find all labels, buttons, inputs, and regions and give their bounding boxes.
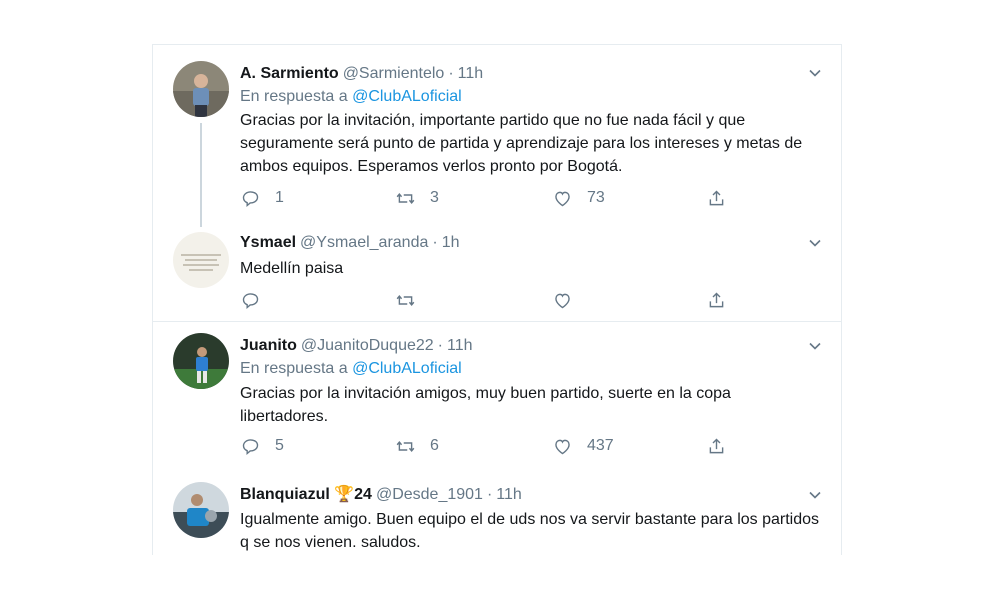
avatar[interactable] [173,61,229,117]
retweet-icon [396,440,415,452]
reply-count: 5 [275,437,284,454]
tweet-juanito[interactable]: Juanito @JuanitoDuque22 · 11h En respuesta … [153,322,841,472]
mention-link[interactable]: @ClubALoficial [352,360,462,377]
share-icon [709,292,724,307]
reply-icon [242,292,259,309]
heart-icon [555,439,570,454]
avatar[interactable] [173,333,229,389]
like-button[interactable]: 73 [552,186,605,210]
mention-link[interactable]: @ClubALoficial [352,88,462,105]
tweet-text: Gracias por la invitación amigos, muy bu… [240,385,731,425]
tweet-sarmiento[interactable]: A. Sarmiento @Sarmientelo · 11h En respuest… [153,45,841,227]
trophy-icon: 🏆 [334,486,355,503]
reply-icon [242,190,259,207]
share-icon [709,438,724,453]
user-handle[interactable]: @Ysmael_aranda [300,234,428,251]
share-icon [709,190,724,205]
timestamp[interactable]: 11h [496,486,522,503]
avatar[interactable] [173,482,229,538]
heart-icon [555,191,570,206]
like-count: 73 [587,189,605,206]
like-button[interactable] [552,288,587,312]
reply-context: En respuesta a @ClubALoficial [240,360,462,377]
tweet-text: Gracias por la invitación, importante pa… [240,112,803,175]
chevron-down-icon[interactable] [807,487,823,503]
tweet-blanquiazul[interactable]: Blanquiazul 🏆24 @Desde_1901 · 11h Igualment… [153,472,841,555]
reply-button[interactable]: 1 [240,186,284,210]
avatar[interactable] [173,232,229,288]
tweet-header: A. Sarmiento @Sarmientelo · 11h [240,65,484,82]
like-count: 437 [587,437,614,454]
share-button[interactable] [706,434,727,458]
retweet-count: 3 [430,189,439,206]
timestamp[interactable]: 11h [458,65,484,82]
share-button[interactable] [706,186,727,210]
tweet-actions: 5 6 437 [240,434,740,458]
chevron-down-icon[interactable] [807,235,823,251]
share-button[interactable] [706,288,727,312]
tweet-header: Ysmael @Ysmael_aranda · 1h [240,234,460,251]
tweet-feed: A. Sarmiento @Sarmientelo · 11h En respuest… [152,44,842,555]
reply-icon [242,438,259,455]
tweet-actions [240,288,740,312]
thread-line [200,123,202,227]
tweet-header: Juanito @JuanitoDuque22 · 11h [240,337,473,354]
heart-icon [555,293,570,308]
user-handle[interactable]: @JuanitoDuque22 [301,337,434,354]
tweet-header: Blanquiazul 🏆24 @Desde_1901 · 11h [240,486,522,503]
chevron-down-icon[interactable] [807,338,823,354]
user-handle[interactable]: @Sarmientelo [343,65,445,82]
tweet-actions: 1 3 73 [240,186,740,210]
tweet-text: Igualmente amigo. Buen equipo el de uds … [240,511,820,551]
reply-context: En respuesta a @ClubALoficial [240,88,462,105]
display-name[interactable]: A. Sarmiento [240,65,339,82]
user-handle[interactable]: @Desde_1901 [376,486,483,503]
reply-button[interactable] [240,288,275,312]
retweet-button[interactable] [395,288,430,312]
display-name[interactable]: Blanquiazul 🏆24 [240,486,372,503]
retweet-button[interactable]: 6 [395,434,439,458]
retweet-button[interactable]: 3 [395,186,439,210]
timestamp[interactable]: 11h [447,337,473,354]
like-button[interactable]: 437 [552,434,614,458]
timestamp[interactable]: 1h [442,234,460,251]
chevron-down-icon[interactable] [807,65,823,81]
retweet-icon [396,192,415,204]
retweet-count: 6 [430,437,439,454]
tweet-ysmael[interactable]: Ysmael @Ysmael_aranda · 1h Medellín paisa [153,225,841,321]
display-name[interactable]: Ysmael [240,234,296,251]
display-name[interactable]: Juanito [240,337,297,354]
retweet-icon [396,294,415,306]
tweet-text: Medellín paisa [240,260,344,277]
reply-count: 1 [275,189,284,206]
reply-button[interactable]: 5 [240,434,284,458]
